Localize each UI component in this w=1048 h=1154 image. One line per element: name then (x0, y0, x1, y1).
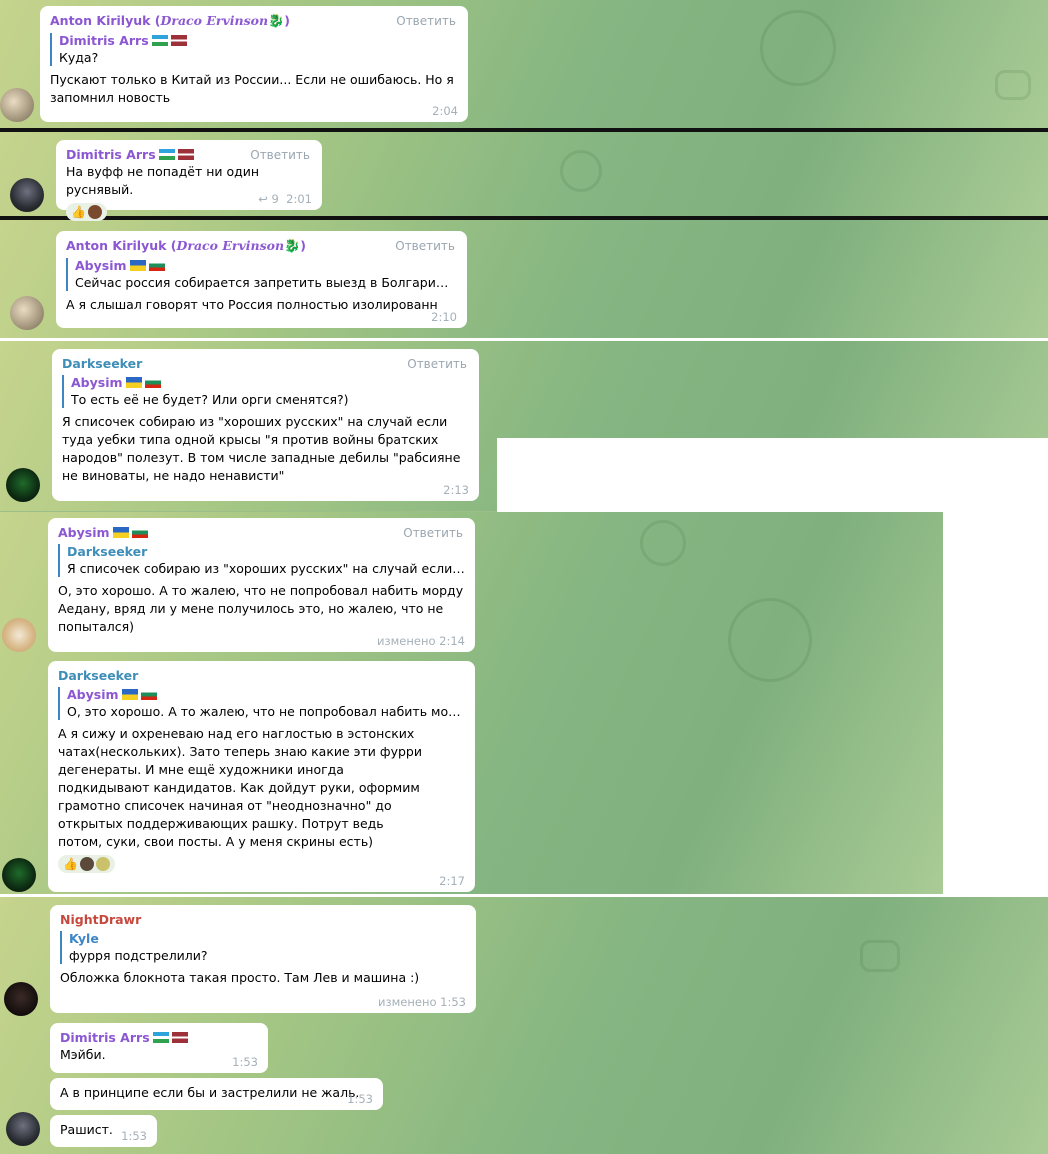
timestamp: 2:17 (439, 874, 465, 888)
reply-button[interactable]: Ответить (250, 148, 310, 162)
timestamp: 1:53 (232, 1055, 258, 1069)
ukraine-flag-icon (125, 377, 142, 388)
message-bubble: Anton Kirilyuk (Draco Ervinson🐉) Ответит… (56, 231, 467, 328)
reaction-pill[interactable]: 👍 (66, 203, 107, 221)
ukraine-flag-icon (129, 260, 146, 271)
dragon-emoji-icon: 🐉 (268, 14, 285, 29)
message-bubble: Darkseeker Ответить Abysim То есть её не… (52, 349, 479, 501)
reply-button[interactable]: Ответить (395, 239, 455, 253)
bulgaria-flag-icon (140, 689, 157, 700)
ukraine-flag-icon (112, 527, 129, 538)
reply-quote[interactable]: Kyle фурря подстрелили? (60, 931, 466, 964)
ukraine-flag-icon (121, 689, 138, 700)
forward-icon: ↩ (258, 192, 268, 206)
message-text: А я сижу и охреневаю над его наглостью в… (58, 726, 422, 849)
uzbekistan-flag-icon (158, 149, 175, 160)
timestamp: изменено 1:53 (378, 995, 466, 1009)
message-bubble: Dimitris Arrs Мэйби. 1:53 (50, 1023, 268, 1073)
message-bubble: А в принципе если бы и застрелили не жал… (50, 1078, 383, 1110)
message-text: Мэйби. (60, 1047, 106, 1062)
reply-quote[interactable]: Abysim О, это хорошо. А то жалею, что не… (58, 687, 465, 720)
avatar[interactable] (2, 858, 36, 892)
blank-area (497, 438, 1048, 514)
timestamp: 2:04 (432, 104, 458, 118)
doodle-balloon (728, 598, 812, 682)
avatar[interactable] (10, 296, 44, 330)
message-text: Я списочек собираю из "хороших русских" … (62, 414, 461, 483)
dragon-emoji-icon: 🐉 (284, 239, 301, 254)
message-text: О, это хорошо. А то жалею, что не попроб… (58, 583, 464, 634)
latvia-flag-icon (171, 1032, 188, 1043)
message-bubble: Рашист. 1:53 (50, 1115, 157, 1147)
message-bubble: NightDrawr Kyle фурря подстрелили? Облож… (50, 905, 476, 1013)
timestamp: 2:10 (431, 310, 457, 324)
message-text: Обложка блокнота такая просто. Там Лев и… (60, 970, 420, 985)
reactor-avatar (87, 205, 102, 219)
doodle-ring (640, 520, 686, 566)
timestamp: 2:13 (443, 483, 469, 497)
reactor-avatar (95, 857, 110, 871)
uzbekistan-flag-icon (152, 1032, 169, 1043)
timestamp: ↩ 9 2:01 (258, 192, 312, 206)
reply-button[interactable]: Ответить (396, 14, 456, 28)
message-bubble: Darkseeker Abysim О, это хорошо. А то жа… (48, 661, 475, 892)
doodle-ring (560, 150, 602, 192)
timestamp: 1:53 (121, 1129, 147, 1143)
latvia-flag-icon (170, 35, 187, 46)
doodle-camera (995, 70, 1031, 100)
sender-name[interactable]: Dimitris Arrs (60, 1029, 258, 1046)
avatar[interactable] (10, 178, 44, 212)
blank-area-right (943, 510, 1048, 896)
bulgaria-flag-icon (131, 527, 148, 538)
avatar[interactable] (6, 1112, 40, 1146)
sender-name[interactable]: NightDrawr (60, 911, 466, 928)
doodle-frame (860, 940, 900, 972)
reply-button[interactable]: Ответить (403, 526, 463, 540)
reply-button[interactable]: Ответить (407, 357, 467, 371)
message-text: Пускают только в Китай из России... Если… (50, 72, 454, 105)
sender-name[interactable]: Darkseeker (58, 667, 465, 684)
timestamp: изменено 2:14 (377, 634, 465, 648)
reaction-pill[interactable]: 👍 (58, 855, 115, 873)
timestamp: 1:53 (347, 1092, 373, 1106)
thumbs-up-icon: 👍 (71, 205, 86, 219)
reply-quote[interactable]: Darkseeker Я списочек собираю из "хороши… (58, 544, 465, 577)
bulgaria-flag-icon (144, 377, 161, 388)
reply-quote[interactable]: Dimitris Arrs Куда? (50, 33, 458, 66)
message-text: А в принципе если бы и застрелили не жал… (60, 1085, 360, 1100)
bulgaria-flag-icon (148, 260, 165, 271)
message-text: А я слышал говорят что Россия полностью … (66, 297, 438, 312)
avatar[interactable] (6, 468, 40, 502)
latvia-flag-icon (177, 149, 194, 160)
avatar[interactable] (2, 618, 36, 652)
avatar[interactable] (4, 982, 38, 1016)
message-bubble: Anton Kirilyuk (Draco Ervinson🐉) Ответит… (40, 6, 468, 122)
message-bubble: Abysim Ответить Darkseeker Я списочек со… (48, 518, 475, 652)
message-bubble: Dimitris Arrs Ответить На вуфф не попадё… (56, 140, 322, 221)
reply-quote[interactable]: Abysim То есть её не будет? Или орги сме… (62, 375, 469, 408)
avatar[interactable] (0, 88, 34, 122)
doodle-balloon (760, 10, 836, 86)
thumbs-up-icon: 👍 (63, 857, 78, 871)
reactor-avatar (79, 857, 94, 871)
reply-quote[interactable]: Abysim Сейчас россия собирается запретит… (66, 258, 457, 291)
uzbekistan-flag-icon (151, 35, 168, 46)
